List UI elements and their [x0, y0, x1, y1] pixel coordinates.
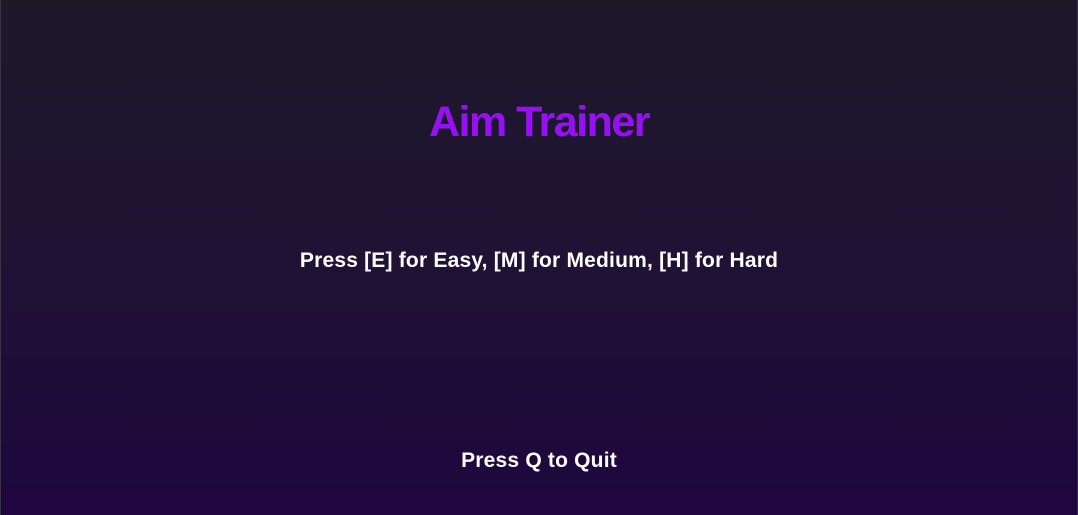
quit-prompt: Press Q to Quit — [461, 449, 617, 472]
difficulty-prompt: Press [E] for Easy, [M] for Medium, [H] … — [299, 249, 779, 272]
game-menu-screen: Aim Trainer Press [E] for Easy, [M] for … — [0, 0, 1078, 515]
game-title: Aim Trainer — [428, 98, 651, 146]
